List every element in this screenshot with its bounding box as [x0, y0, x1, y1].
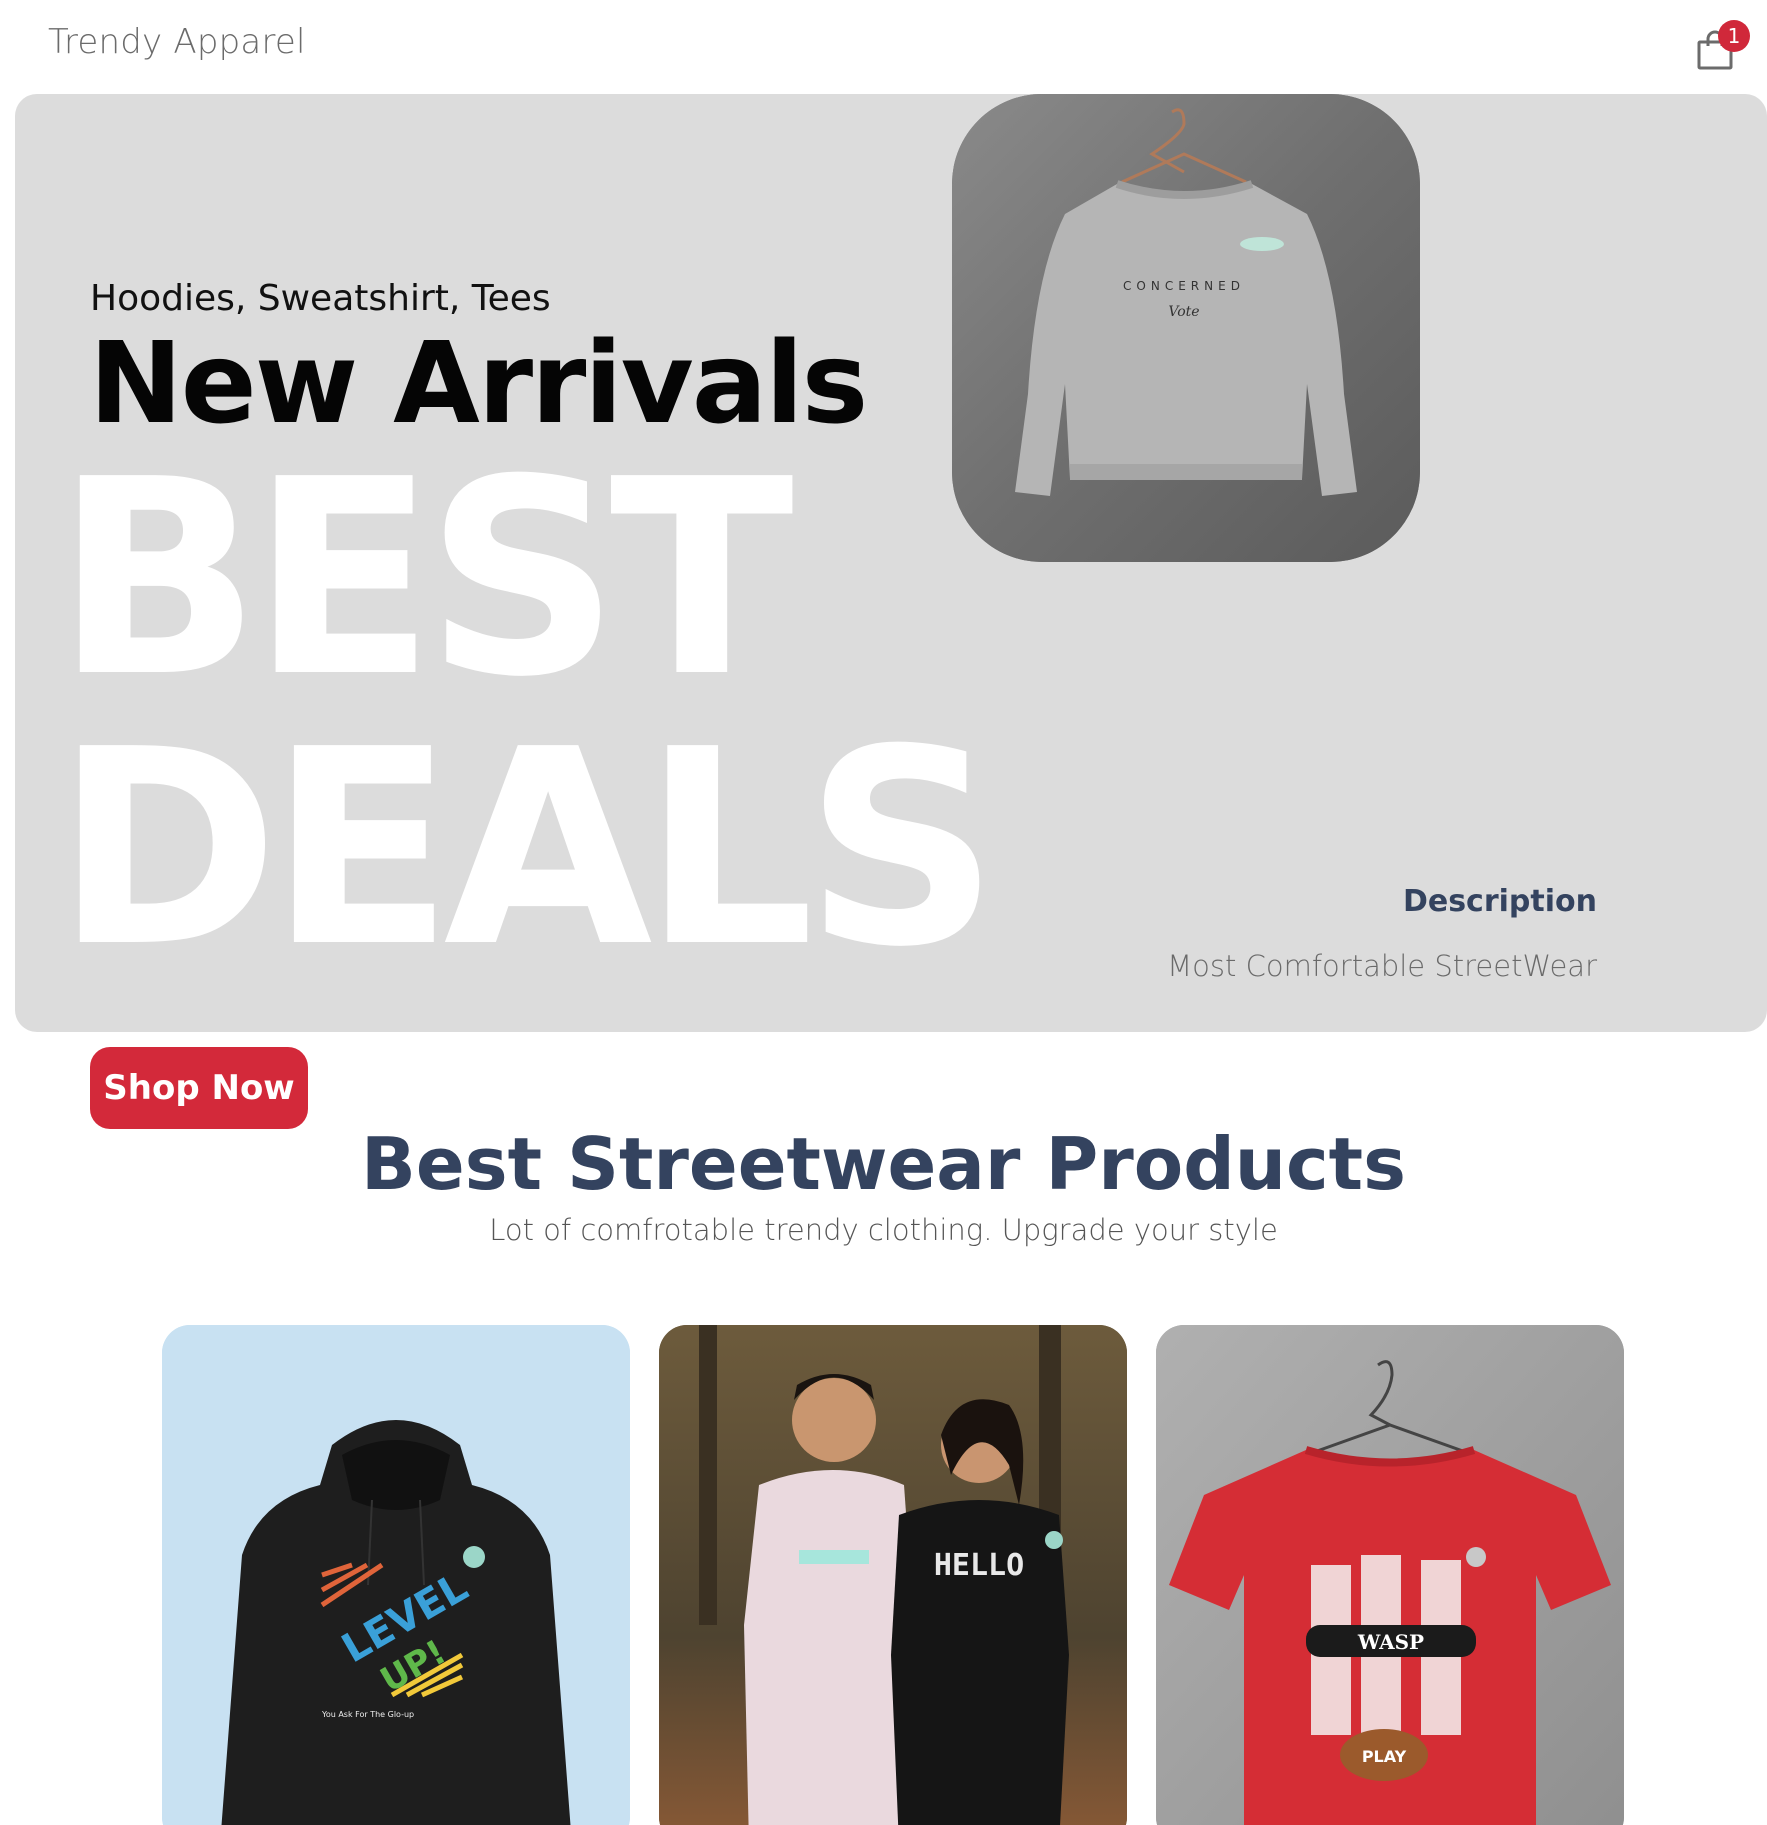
hero-image-print-script: Vote [1168, 304, 1199, 320]
hero-background-line-2: DEALS [55, 691, 999, 1006]
product-image-couple-hoodies: HELLO [659, 1325, 1127, 1825]
product-3-print-badge: PLAY [1362, 1747, 1407, 1766]
hero-categories: Hoodies, Sweatshirt, Tees [90, 278, 551, 319]
product-card-couple-hoodies[interactable]: HELLO [659, 1325, 1127, 1825]
hero-image-print-top: CONCERNED [1123, 279, 1245, 293]
product-image-red-tee: WASP PLAY [1156, 1325, 1624, 1825]
description-text: Most Comfortable StreetWear [1167, 949, 1597, 983]
product-3-print-text: WASP [1357, 1630, 1424, 1654]
description-title: Description [1402, 884, 1597, 919]
hero-background-text: BEST DEALS [55, 421, 999, 1006]
cart-count-badge: 1 [1718, 20, 1750, 52]
section-title: Best Streetwear Products [361, 1122, 1406, 1206]
product-card-black-hoodie[interactable]: LEVEL UP! You Ask For The Glo-up [162, 1325, 630, 1825]
product-2-print-text: HELLO [934, 1548, 1024, 1583]
hero-banner: Hoodies, Sweatshirt, Tees New Arrivals B… [15, 94, 1767, 1032]
cart-button[interactable]: 1 [1690, 20, 1750, 76]
brand-logo-text[interactable]: Trendy Apparel [48, 22, 306, 62]
product-1-print-caption: You Ask For The Glo-up [321, 1710, 414, 1719]
hero-product-image: CONCERNED Vote [952, 94, 1420, 562]
product-image-black-hoodie: LEVEL UP! You Ask For The Glo-up [162, 1325, 630, 1825]
product-card-red-tee[interactable]: WASP PLAY [1156, 1325, 1624, 1825]
section-subtitle: Lot of comfrotable trendy clothing. Upgr… [489, 1213, 1278, 1247]
shop-now-button[interactable]: Shop Now [90, 1047, 308, 1129]
hero-background-line-1: BEST [55, 421, 794, 736]
